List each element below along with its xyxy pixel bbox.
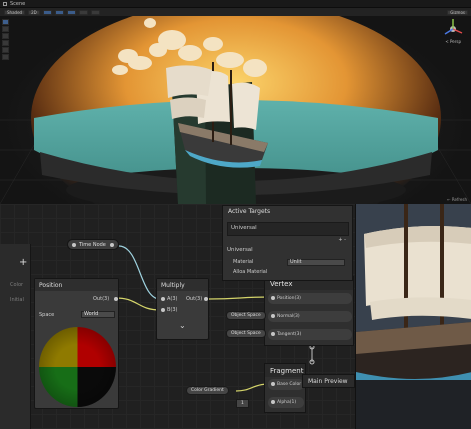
in-b-label: B(3) [167,307,178,313]
fragment-port[interactable] [271,400,275,404]
camera-dropdown[interactable] [90,9,100,15]
alpha-block[interactable]: Alpha(1) [268,397,304,408]
active-targets-title: Active Targets [228,208,271,215]
projection-label[interactable]: < Persp [445,39,461,44]
rotate-tool-button[interactable] [2,33,9,39]
vertex-position-label: Position(3) [277,296,301,301]
universal-section[interactable]: Universal [227,247,253,253]
active-targets-list[interactable]: Universal [227,222,349,236]
alpha-material-label: Alloa Material [233,269,268,275]
2d-toggle[interactable]: 2D [28,9,40,15]
out-port[interactable] [204,297,208,301]
space-dropdown[interactable]: World [81,311,115,318]
gizmos-dropdown[interactable]: Gizmos [447,9,468,15]
lighting-toggle[interactable] [42,9,52,15]
rect-tool-button[interactable] [2,47,9,53]
fx-toggle[interactable] [66,9,76,15]
scale-tool-button[interactable] [2,40,9,46]
scene-render [0,0,471,204]
color-gradient-slot[interactable]: Color Gradient [186,386,229,395]
transform-tool-button[interactable] [2,54,9,60]
out-label: Out(3) [186,296,203,302]
blackboard-item[interactable]: Color [10,282,23,288]
scene-tab[interactable]: Scene [10,1,25,7]
move-tool-button[interactable] [2,26,9,32]
position-preview [39,327,116,407]
vertex-stack[interactable]: Vertex Position(3) Normal(3) Tangent(3) [264,276,354,346]
in-port-b[interactable] [161,308,165,312]
shading-mode-dropdown[interactable]: Shaded [4,9,26,15]
property-out-port[interactable] [110,243,114,247]
scene-icon [3,1,7,6]
vertex-position-block[interactable]: Position(3) [268,293,352,304]
base-color-block[interactable]: Base Color [268,379,304,390]
material-dropdown[interactable]: Unlit [287,259,345,266]
vertex-normal-block[interactable]: Normal(3) [268,311,352,322]
hidden-objects-toggle[interactable] [78,9,88,15]
vertex-tangent-label: Tangent(3) [277,332,302,337]
multiply-node[interactable]: Multiply A(3) B(3) Out(3) ⌄ [156,278,209,340]
tool-palette [2,19,9,60]
blackboard-item[interactable]: Initial [10,297,24,303]
alpha-value-field[interactable]: 1 [236,399,249,408]
property-port [72,243,76,247]
base-color-label: Base Color [277,382,302,387]
hand-tool-button[interactable] [2,19,9,25]
vertex-port[interactable] [271,296,275,300]
vertex-port[interactable] [271,314,275,318]
blackboard-panel: + Color Initial [0,244,31,429]
in-port-a[interactable] [161,297,165,301]
ship-preview [355,204,471,429]
in-a-label: A(3) [167,296,178,302]
add-remove-target-buttons[interactable]: + - [338,237,346,243]
fragment-stack[interactable]: Fragment Base Color Alpha(1) [264,363,306,413]
add-property-button[interactable]: + [19,257,27,268]
tangent-space-slot[interactable]: Object Space [226,329,266,338]
out-port[interactable] [114,297,118,301]
vertex-port[interactable] [271,332,275,336]
fragment-title: Fragment [265,364,305,377]
scene-toolbar: Shaded 2D Gizmos [0,8,471,16]
unity-editor: Scene Shaded 2D Gizmos < Persp ← Refresh… [0,0,471,429]
space-label: Space [39,312,55,318]
audio-toggle[interactable] [54,9,64,15]
graph-inspector: Active Targets Universal + - Universal M… [222,205,353,281]
node-title: Position [35,279,118,291]
property-label: Time Node [79,242,106,248]
time-property-node[interactable]: Time Node [67,239,119,250]
ship-closeup [356,204,471,429]
fragment-port[interactable] [271,382,275,386]
expand-chevron-icon[interactable]: ⌄ [179,321,186,330]
alpha-label: Alpha(1) [277,400,297,405]
vertex-tangent-block[interactable]: Tangent(3) [268,329,352,340]
scene-status: ← Refresh [447,197,467,202]
scene-tab-bar: Scene [0,0,471,8]
scene-view[interactable]: Scene Shaded 2D Gizmos < Persp ← Refresh [0,0,471,204]
out-label: Out(3) [93,296,110,302]
vertex-normal-label: Normal(3) [277,314,300,319]
normal-space-slot[interactable]: Object Space [226,311,266,320]
material-label: Material [233,259,254,265]
node-title: Multiply [157,279,208,291]
main-preview-header[interactable]: Main Preview [302,374,355,388]
